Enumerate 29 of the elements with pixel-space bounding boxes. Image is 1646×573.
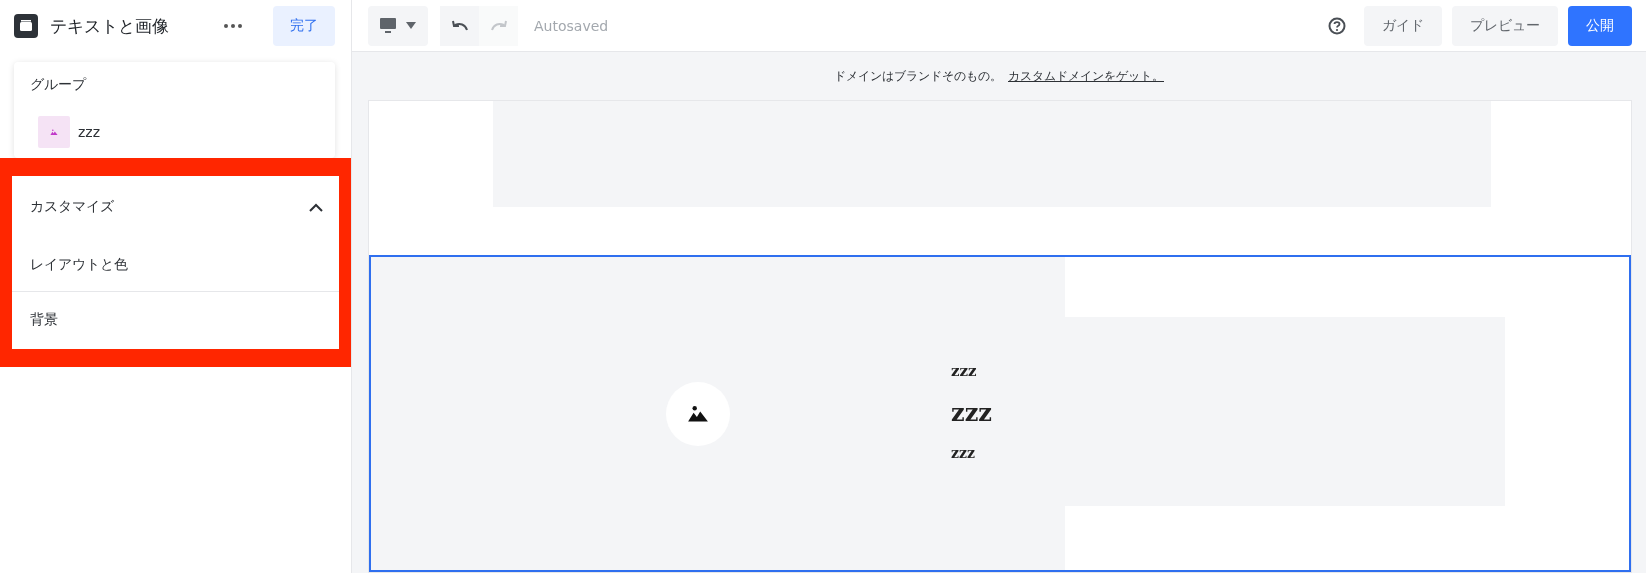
action-button[interactable]: プレビュー — [1452, 5, 1558, 46]
redo-icon — [490, 20, 507, 31]
undo-icon — [451, 20, 468, 31]
text-image-section[interactable]: zzz zzz zzz — [369, 255, 1631, 572]
group-item[interactable]: zzz — [78, 124, 101, 140]
section-text: zzz — [951, 445, 976, 461]
action-button[interactable]: ガイド — [1364, 5, 1442, 46]
chevron-icon — [309, 202, 323, 212]
monitor-icon — [380, 18, 396, 33]
group-heading: グループ — [30, 76, 88, 94]
publish-button[interactable]: 公開 — [1568, 5, 1632, 46]
section-title: zzz — [951, 398, 993, 427]
save-status: Autosaved — [534, 17, 610, 34]
section-text: zzz — [951, 362, 978, 380]
panel-title: テキストと画像 — [50, 14, 170, 38]
device-button[interactable] — [368, 5, 428, 46]
image-icon — [50, 128, 58, 136]
domain-link[interactable]: カスタムドメインをゲット。 — [1008, 68, 1164, 84]
image-icon — [687, 404, 709, 423]
block-icon — [14, 14, 38, 38]
undo-button[interactable] — [440, 5, 479, 46]
customize-item[interactable]: 背景 — [12, 292, 339, 348]
caret-icon — [406, 22, 416, 29]
customize-item[interactable]: レイアウトと色 — [12, 238, 339, 292]
customize-toggle[interactable]: カスタマイズ — [12, 176, 339, 238]
more-icon[interactable] — [223, 23, 243, 29]
banner-text: ドメインはブランドそのもの。 — [834, 68, 1002, 84]
done-button[interactable]: 完了 — [273, 6, 335, 46]
help-icon[interactable] — [1328, 16, 1346, 35]
